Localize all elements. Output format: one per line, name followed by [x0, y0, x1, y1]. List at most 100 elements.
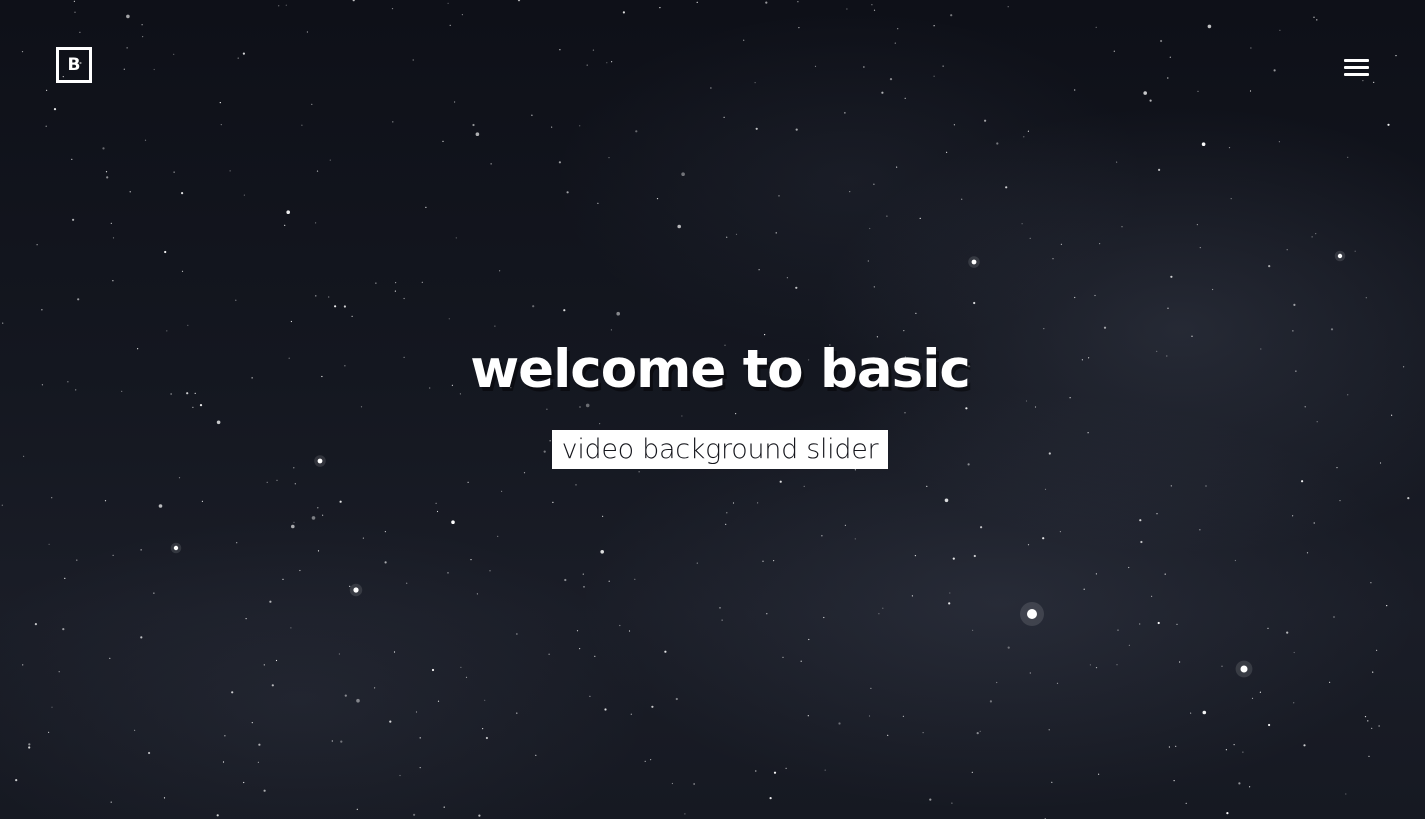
star: [181, 192, 184, 195]
star: [311, 516, 316, 520]
star: [659, 7, 661, 9]
star: [164, 250, 167, 254]
star: [173, 171, 175, 173]
star: [349, 585, 351, 588]
star: [671, 782, 674, 785]
star: [1005, 186, 1008, 189]
star: [944, 498, 949, 503]
star: [566, 191, 569, 194]
star: [36, 244, 38, 246]
star: [743, 39, 745, 41]
star: [622, 11, 626, 14]
star: [362, 537, 364, 539]
star: [104, 500, 107, 502]
star: [961, 198, 963, 200]
star: [594, 655, 596, 657]
star: [245, 618, 247, 620]
star: [1303, 744, 1306, 747]
star: [903, 330, 905, 332]
star: [583, 586, 585, 588]
star: [973, 301, 976, 305]
star: [1167, 307, 1169, 309]
star: [814, 65, 817, 67]
star: [755, 127, 758, 130]
star: [1311, 236, 1313, 238]
star: [1034, 406, 1037, 408]
star: [301, 124, 303, 126]
star: [869, 227, 871, 230]
star: [343, 305, 346, 308]
star: [442, 140, 444, 142]
star: [873, 183, 875, 185]
star: [517, 0, 521, 2]
star: [589, 695, 591, 697]
star: [563, 309, 566, 312]
star: [1170, 485, 1172, 487]
star: [461, 14, 463, 16]
star: [2, 322, 4, 324]
star: [285, 4, 287, 6]
star: [775, 232, 777, 234]
star: [334, 305, 337, 308]
star: [419, 767, 421, 769]
star: [48, 543, 50, 545]
star: [1083, 588, 1085, 590]
star: [535, 754, 537, 756]
star: [953, 124, 956, 126]
star: [1221, 665, 1223, 667]
logo-icon[interactable]: B: [56, 47, 92, 83]
bright-star: [1337, 253, 1343, 259]
star: [294, 483, 296, 485]
star: [356, 808, 358, 810]
star: [384, 561, 387, 564]
star: [1099, 243, 1101, 245]
star: [1007, 6, 1009, 8]
star: [773, 771, 777, 774]
hamburger-menu-icon[interactable]: [1340, 56, 1372, 80]
star: [494, 325, 496, 327]
star: [897, 28, 899, 30]
star: [1249, 786, 1251, 788]
star: [1286, 249, 1288, 251]
star: [470, 559, 472, 561]
star: [735, 413, 737, 415]
star: [979, 730, 981, 733]
star: [1042, 537, 1045, 540]
star: [582, 573, 584, 575]
star: [778, 195, 780, 197]
star: [497, 535, 499, 538]
star: [74, 11, 76, 13]
star: [933, 75, 935, 77]
star: [1365, 297, 1367, 299]
star: [989, 700, 993, 703]
star: [436, 510, 439, 513]
star: [315, 295, 317, 297]
star: [996, 142, 999, 145]
star: [1313, 522, 1315, 524]
star: [338, 653, 340, 655]
star: [293, 521, 295, 523]
star: [681, 415, 683, 417]
star: [1151, 595, 1153, 597]
star: [1149, 99, 1152, 102]
star: [425, 206, 427, 208]
star: [360, 406, 363, 408]
star: [263, 664, 265, 666]
star: [178, 477, 181, 479]
star: [800, 660, 802, 662]
star: [1176, 623, 1178, 626]
star: [844, 524, 847, 527]
star: [1372, 671, 1374, 673]
star: [782, 656, 784, 659]
star: [558, 161, 562, 164]
menu-bar-top: [1344, 59, 1369, 62]
star: [1095, 573, 1097, 575]
star: [1160, 39, 1163, 43]
star: [854, 469, 857, 471]
star: [1157, 621, 1160, 625]
star: [110, 222, 112, 224]
star: [472, 123, 475, 127]
star: [951, 802, 953, 804]
star: [173, 53, 175, 55]
star: [779, 480, 782, 483]
